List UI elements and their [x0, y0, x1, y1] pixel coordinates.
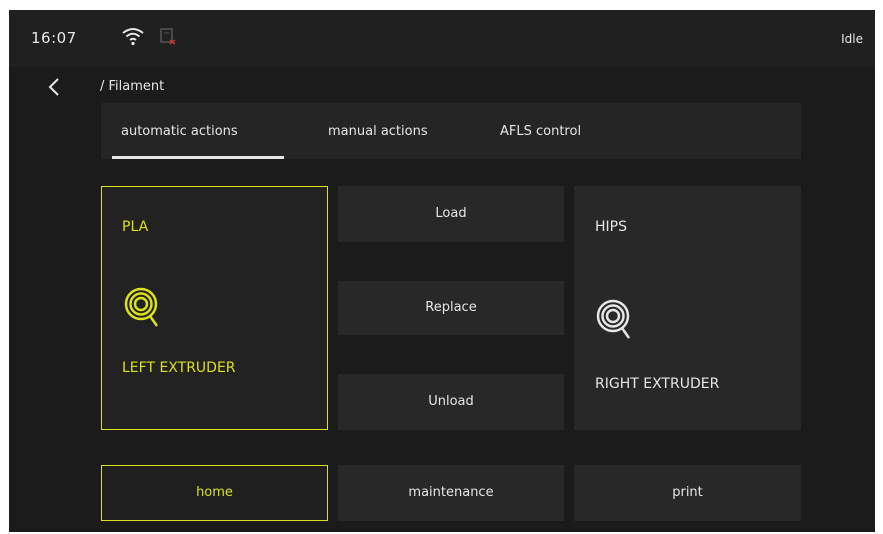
clock: 16:07: [31, 29, 77, 47]
filament-spool-icon: [124, 287, 159, 327]
tab-automatic-actions[interactable]: automatic actions: [121, 124, 238, 139]
right-material-label: HIPS: [595, 219, 627, 235]
left-extruder-label: LEFT EXTRUDER: [122, 360, 236, 376]
network-disconnected-icon: [160, 28, 176, 45]
tab-afls-control[interactable]: AFLS control: [500, 124, 581, 139]
active-tab-indicator: [112, 156, 284, 159]
wifi-icon: [122, 28, 144, 46]
printer-screen: 16:07 Idle / Filament automatic actions …: [9, 10, 875, 532]
unload-button[interactable]: Unload: [338, 374, 564, 430]
tab-manual-actions[interactable]: manual actions: [328, 124, 428, 139]
filament-spool-icon: [596, 299, 631, 339]
left-material-label: PLA: [122, 219, 149, 235]
chevron-left-icon[interactable]: [47, 76, 61, 98]
home-button[interactable]: home: [101, 465, 328, 521]
load-button[interactable]: Load: [338, 186, 564, 242]
replace-button[interactable]: Replace: [338, 281, 564, 335]
status-bar: 16:07 Idle: [9, 10, 875, 67]
tab-bar: automatic actions manual actions AFLS co…: [101, 103, 801, 159]
maintenance-button[interactable]: maintenance: [338, 465, 564, 521]
left-extruder-card[interactable]: PLA LEFT EXTRUDER: [101, 186, 328, 430]
breadcrumb: / Filament: [100, 79, 165, 94]
right-extruder-label: RIGHT EXTRUDER: [595, 376, 720, 392]
print-button[interactable]: print: [574, 465, 801, 521]
printer-status: Idle: [841, 32, 863, 46]
right-extruder-card[interactable]: HIPS RIGHT EXTRUDER: [574, 186, 801, 430]
